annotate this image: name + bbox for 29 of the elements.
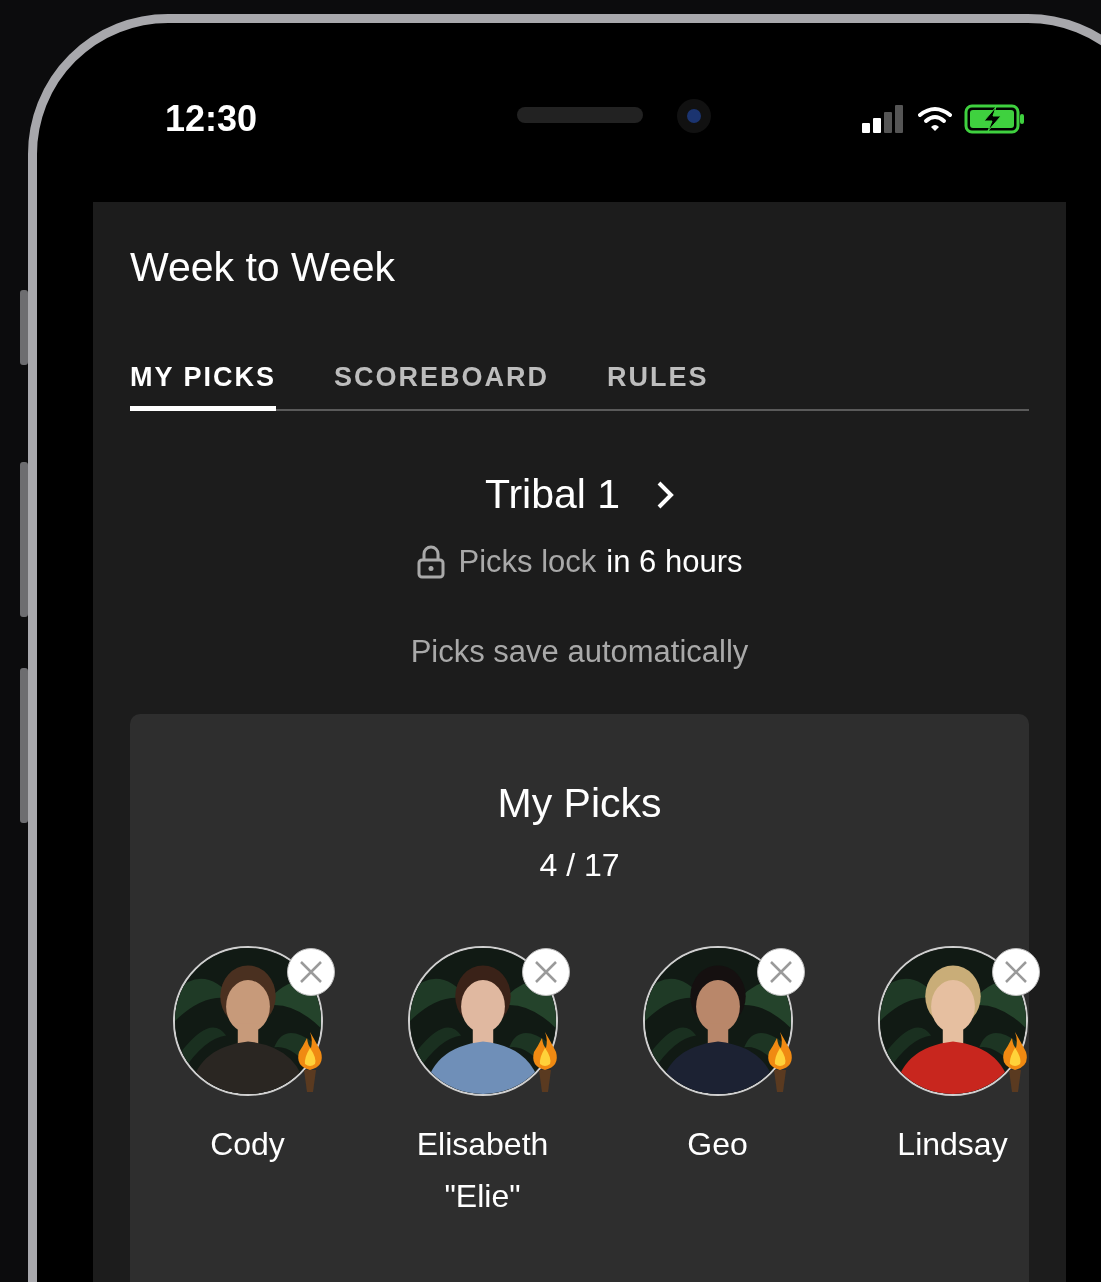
page-title: Week to Week xyxy=(130,242,397,292)
player-name: Lindsay xyxy=(896,1125,1009,1164)
close-icon xyxy=(297,959,324,985)
player-name: Elisabeth "Elie" xyxy=(415,1125,550,1216)
tab[interactable]: SCOREBOARD xyxy=(334,350,550,409)
remove-button[interactable] xyxy=(521,948,570,996)
signal-icon xyxy=(862,104,906,133)
remove-button[interactable] xyxy=(286,948,335,996)
lock-time: in 6 hours xyxy=(606,544,743,580)
camera-lens xyxy=(677,99,711,133)
chevron-right-icon[interactable] xyxy=(656,479,675,510)
status-time: 12:30 xyxy=(165,97,258,140)
tab[interactable]: RULES xyxy=(607,350,709,409)
save-note: Picks save automatically xyxy=(409,634,750,670)
close-icon xyxy=(1002,959,1029,985)
battery-charging-icon xyxy=(964,103,1026,134)
close-icon xyxy=(532,959,559,985)
pick-count: 4 / 17 xyxy=(538,847,621,884)
lock-icon xyxy=(416,545,445,579)
wifi-icon xyxy=(918,105,952,132)
tab[interactable]: MY PICKS xyxy=(130,350,277,411)
card-title: My Picks xyxy=(496,780,663,827)
tribal-title: Tribal 1 xyxy=(484,471,621,518)
lock-label: Picks lock xyxy=(458,544,597,580)
player-name: Geo xyxy=(686,1125,749,1164)
remove-button[interactable] xyxy=(756,948,805,996)
close-icon xyxy=(767,959,794,985)
player-name: Cody xyxy=(209,1125,286,1164)
remove-button[interactable] xyxy=(991,948,1040,996)
